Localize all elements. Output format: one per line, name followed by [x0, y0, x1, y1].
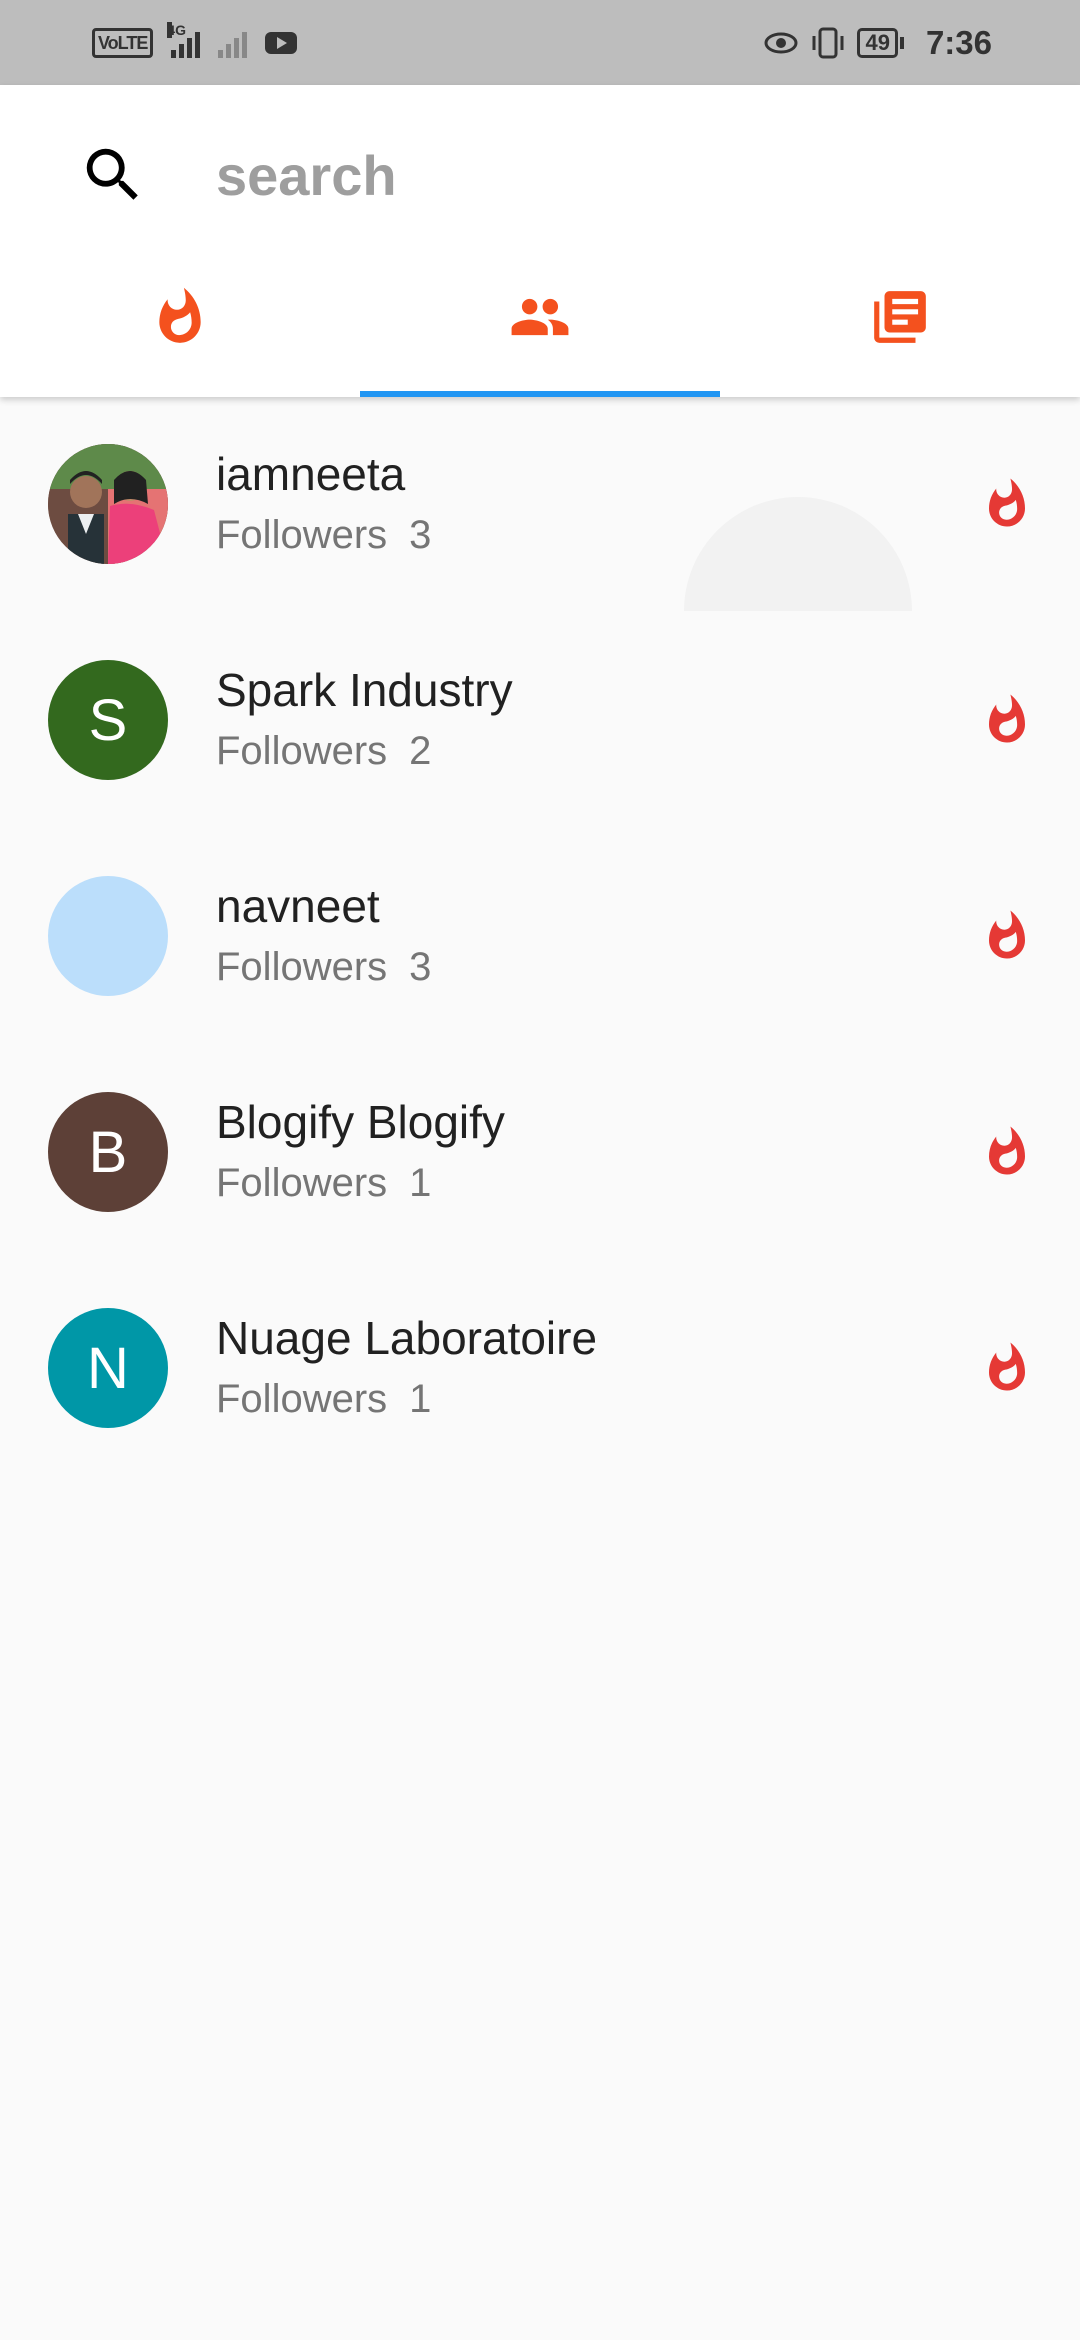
followers-count: Followers 3	[216, 945, 431, 990]
tab-articles[interactable]	[720, 255, 1080, 397]
user-name: Spark Industry	[216, 664, 513, 716]
clock: 7:36	[925, 23, 992, 61]
youtube-icon	[265, 31, 298, 54]
tab-people[interactable]	[360, 255, 720, 397]
tab-trending[interactable]	[0, 255, 360, 397]
followers-value: 1	[409, 1377, 432, 1421]
user-name: Blogify Blogify	[216, 1096, 505, 1148]
followers-label: Followers	[216, 1161, 388, 1205]
fire-icon	[159, 287, 201, 343]
signal-secondary-icon	[218, 28, 248, 58]
avatar: B	[48, 1092, 168, 1212]
list-item[interactable]: iamneeta Followers 3	[0, 397, 1080, 613]
tab-bar	[0, 255, 1080, 397]
search-icon[interactable]	[78, 140, 148, 210]
volte-indicator: VoLTE	[92, 27, 154, 58]
user-list: iamneeta Followers 3 S Spark Industry Fo…	[0, 397, 1080, 1477]
followers-value: 1	[409, 1161, 432, 1205]
network-type: 4G	[167, 21, 187, 38]
list-item[interactable]: N Nuage Laboratoire Followers 1	[0, 1261, 1080, 1477]
list-item[interactable]: B Blogify Blogify Followers 1	[0, 1045, 1080, 1261]
followers-label: Followers	[216, 945, 388, 989]
followers-value: 3	[409, 945, 432, 989]
list-item[interactable]: S Spark Industry Followers 2	[0, 613, 1080, 829]
fire-icon[interactable]	[980, 909, 1034, 963]
user-name: iamneeta	[216, 448, 406, 500]
profile-photo	[48, 444, 168, 564]
battery-level: 49	[857, 27, 898, 58]
followers-count: Followers 2	[216, 729, 431, 774]
fire-icon[interactable]	[980, 693, 1034, 747]
followers-label: Followers	[216, 513, 388, 557]
avatar-letter: S	[88, 687, 128, 753]
fire-icon[interactable]	[980, 1341, 1034, 1395]
battery-icon: 49	[857, 27, 904, 58]
followers-count: Followers 1	[216, 1377, 431, 1422]
avatar	[48, 444, 168, 564]
search-bar	[0, 85, 1080, 255]
fire-icon[interactable]	[980, 1125, 1034, 1179]
user-name: Nuage Laboratoire	[216, 1312, 598, 1364]
app-bar	[0, 85, 1080, 397]
followers-label: Followers	[216, 729, 388, 773]
status-left: VoLTE 4G	[92, 21, 298, 58]
signal-icon: 4G	[167, 21, 201, 58]
avatar: N	[48, 1308, 168, 1428]
followers-value: 3	[409, 513, 432, 557]
vibrate-icon	[812, 27, 844, 58]
screen: VoLTE 4G 49 7:36 search iamneeta Followe…	[0, 0, 1080, 2340]
followers-value: 2	[409, 729, 432, 773]
eye-icon	[764, 32, 798, 53]
tab-indicator	[360, 391, 720, 397]
followers-count: Followers 3	[216, 513, 431, 558]
avatar	[48, 876, 168, 996]
avatar: S	[48, 660, 168, 780]
status-right: 49 7:36	[763, 24, 992, 62]
list-item[interactable]: navneet Followers 3	[0, 829, 1080, 1045]
user-name: navneet	[216, 880, 380, 932]
followers-label: Followers	[216, 1377, 388, 1421]
fire-icon[interactable]	[980, 477, 1034, 531]
articles-icon	[874, 291, 926, 343]
search-input[interactable]	[216, 135, 1016, 215]
avatar-letter: N	[87, 1335, 129, 1401]
people-icon	[511, 298, 569, 336]
avatar-letter: B	[88, 1119, 128, 1185]
followers-count: Followers 1	[216, 1161, 431, 1206]
status-bar: VoLTE 4G 49 7:36	[0, 0, 1080, 85]
